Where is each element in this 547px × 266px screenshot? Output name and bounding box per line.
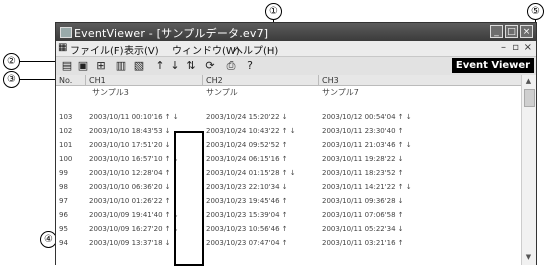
table-cell-no: 98 — [59, 183, 68, 191]
table-cell-ch2: 2003/10/23 15:39'04 ↑ — [206, 211, 288, 219]
table-cell-no: 103 — [59, 113, 73, 121]
table-cell-no: 97 — [59, 197, 68, 205]
table-cell-ch3: 2003/10/11 18:23'52 ↑ — [322, 169, 404, 177]
menu-help[interactable]: ヘルプ(H) — [233, 42, 278, 57]
title-bar[interactable]: EventViewer - [サンプルデータ.ev7] _ □ × — [56, 23, 536, 41]
header-ch2[interactable]: CH2 — [203, 75, 319, 86]
scroll-thumb[interactable] — [524, 89, 535, 107]
ch2-name: サンプル — [206, 88, 238, 97]
chart-bars-icon[interactable]: ▥ — [114, 59, 128, 72]
table-cell-ch3: 2003/10/11 23:30'40 ↑ — [322, 127, 404, 135]
table-cell-ch1: 2003/10/11 00:10'16 ↑ ↓ — [89, 113, 179, 121]
table-cell-no: 96 — [59, 211, 68, 219]
table-cell-ch3: 2003/10/11 05:22'34 ↓ — [322, 225, 404, 233]
menu-bar: ▦ ファイル(F) 表示(V) ウィンドウ(W) ヘルプ(H) – ▫ × — [56, 41, 536, 57]
menu-file[interactable]: ファイル(F) — [70, 42, 124, 57]
menu-window[interactable]: ウィンドウ(W) — [172, 42, 240, 57]
table-cell-ch1: 2003/10/10 01:26'22 ↑ — [89, 197, 171, 205]
table-cell-ch1: 2003/10/10 16:57'10 ↑ ↓ — [89, 155, 179, 163]
table-cell-no: 102 — [59, 127, 73, 135]
table-cell-ch1: 2003/10/10 06:36'20 ↓ — [89, 183, 171, 191]
network-icon[interactable]: ⊞ — [94, 59, 108, 72]
window-title: EventViewer - [サンプルデータ.ev7] — [74, 27, 269, 40]
table-cell-ch2: 2003/10/24 09:52'52 ↑ — [206, 141, 288, 149]
callout-1: ① — [265, 3, 282, 20]
app-icon — [60, 27, 72, 38]
table-cell-no: 100 — [59, 155, 73, 163]
open-icon[interactable]: ▤ — [60, 59, 74, 72]
table-cell-ch3: 2003/10/11 03:21'16 ↑ — [322, 239, 404, 247]
table-cell-no: 99 — [59, 169, 68, 177]
mdi-close-icon[interactable]: × — [524, 42, 532, 53]
table-cell-ch2: 2003/10/24 10:43'22 ↑ ↓ — [206, 127, 296, 135]
vertical-scrollbar[interactable]: ▲ ▼ — [521, 75, 536, 265]
table-cell-ch2: 2003/10/24 01:15'28 ↑ ↓ — [206, 169, 296, 177]
table-cell-ch2: 2003/10/24 15:20'22 ↓ — [206, 113, 288, 121]
highlight-ch1-direction — [174, 131, 204, 266]
maximize-icon[interactable]: □ — [505, 25, 518, 38]
table-cell-ch3: 2003/10/11 19:28'22 ↓ — [322, 155, 404, 163]
table-cell-ch3: 2003/10/11 14:21'22 ↑ ↓ — [322, 183, 412, 191]
table-cell-no: 95 — [59, 225, 68, 233]
callout-3: ③ — [3, 71, 20, 88]
table-cell-ch2: 2003/10/24 06:15'16 ↑ — [206, 155, 288, 163]
table-cell-ch1: 2003/10/10 12:28'04 ↑ — [89, 169, 171, 177]
ch1-name: サンプル3 — [92, 88, 129, 97]
callout-2-leader — [20, 61, 56, 62]
table-cell-ch1: 2003/10/09 13:37'18 ↓ — [89, 239, 171, 247]
save-icon[interactable]: ▣ — [76, 59, 90, 72]
refresh-icon[interactable]: ⟳ — [203, 59, 217, 72]
table-cell-ch2: 2003/10/23 10:56'46 ↑ — [206, 225, 288, 233]
table-cell-ch1: 2003/10/09 16:27'20 ↑ ↓ — [89, 225, 179, 233]
callout-3-leader — [20, 79, 56, 80]
minimize-icon[interactable]: _ — [490, 25, 503, 38]
header-no[interactable]: No. — [56, 75, 86, 86]
chart-bars2-icon[interactable]: ▧ — [132, 59, 146, 72]
table-cell-ch2: 2003/10/23 22:10'34 ↓ — [206, 183, 288, 191]
table-cell-ch2: 2003/10/23 19:45'46 ↑ — [206, 197, 288, 205]
app-window: EventViewer - [サンプルデータ.ev7] _ □ × ▦ ファイル… — [55, 22, 537, 266]
table-cell-no: 101 — [59, 141, 73, 149]
event-table: No. CH1 CH2 CH3 サンプル3 サンプル サンプル7 103 2003… — [56, 75, 522, 265]
menu-view[interactable]: 表示(V) — [124, 42, 159, 57]
scroll-down-icon[interactable]: ▼ — [524, 253, 533, 262]
table-cell-ch3: 2003/10/11 21:03'46 ↑ ↓ — [322, 141, 412, 149]
toolbar: ▤ ▣ ⊞ ▥ ▧ ↑ ↓ ⇅ ⟳ ⎙ ? Event Viewer — [56, 56, 536, 76]
scroll-up-icon[interactable]: ▲ — [524, 77, 533, 86]
table-cell-ch1: 2003/10/10 17:51'20 ↓ — [89, 141, 171, 149]
table-cell-ch1: 2003/10/10 18:43'53 ↓ — [89, 127, 171, 135]
arrow-down-icon[interactable]: ↓ — [168, 59, 182, 72]
header-ch1[interactable]: CH1 — [86, 75, 203, 86]
close-icon[interactable]: × — [520, 25, 533, 38]
table-cell-no: 94 — [59, 239, 68, 247]
menu-app-icon: ▦ — [58, 42, 68, 53]
table-cell-ch2: 2003/10/23 07:47'04 ↑ — [206, 239, 288, 247]
callout-2: ② — [3, 53, 20, 70]
arrow-up-icon[interactable]: ↑ — [153, 59, 167, 72]
table-cell-ch3: 2003/10/12 00:54'04 ↑ ↓ — [322, 113, 412, 121]
arrow-updown-icon[interactable]: ⇅ — [184, 59, 198, 72]
print-icon[interactable]: ⎙ — [224, 59, 238, 72]
brand-logo: Event Viewer — [452, 58, 534, 73]
ch3-name: サンプル7 — [322, 88, 359, 97]
mdi-restore-icon[interactable]: ▫ — [512, 42, 519, 53]
table-cell-ch1: 2003/10/09 19:41'40 ↑ ↓ — [89, 211, 179, 219]
header-ch3[interactable]: CH3 — [319, 75, 522, 86]
mdi-minimize-icon[interactable]: – — [501, 42, 506, 53]
table-cell-ch3: 2003/10/11 07:06'58 ↑ — [322, 211, 404, 219]
help-icon[interactable]: ? — [243, 59, 257, 72]
callout-5: ⑤ — [527, 3, 544, 20]
table-cell-ch3: 2003/10/11 09:36'28 ↓ — [322, 197, 404, 205]
